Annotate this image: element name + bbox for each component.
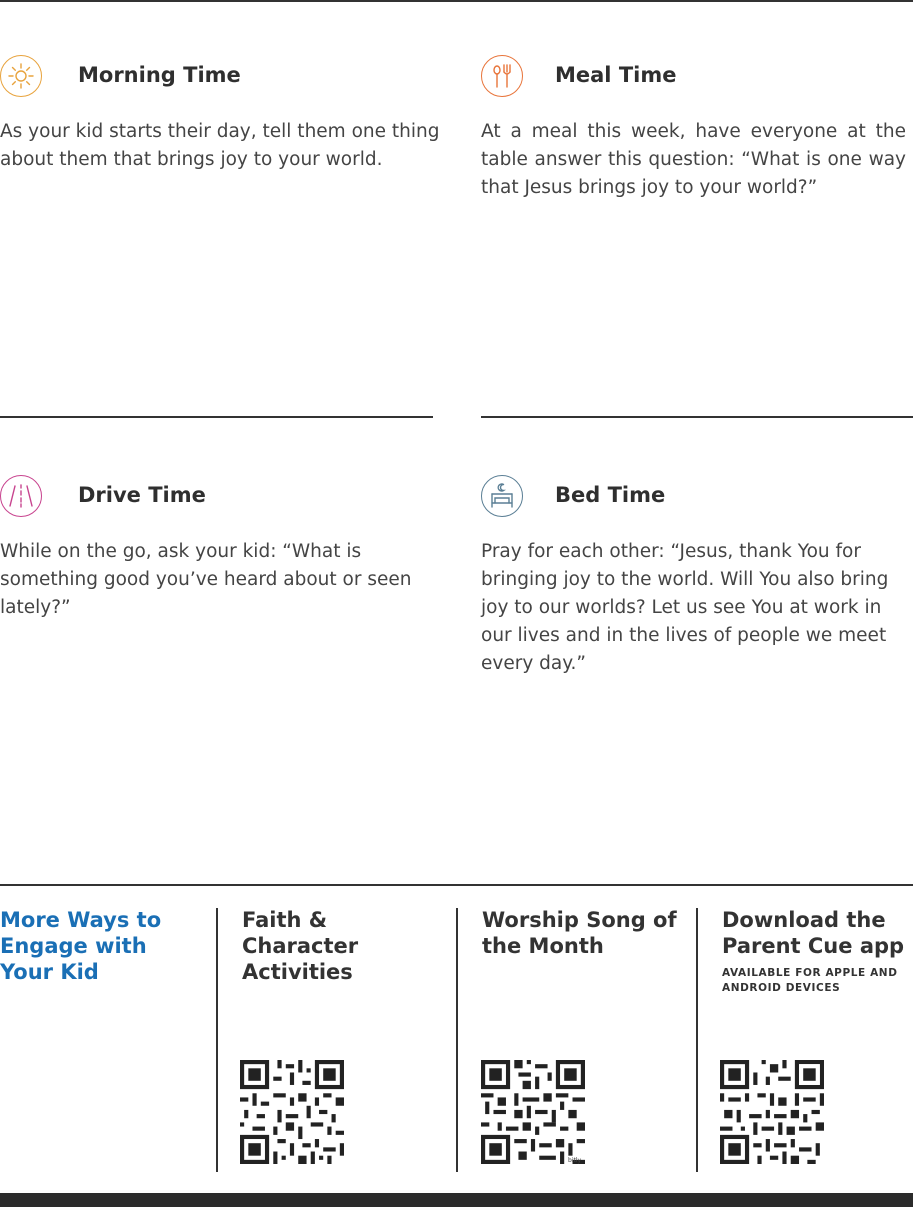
faith-character-heading: Faith & Character Activities [242,908,359,984]
available-devices-note: AVAILABLE FOR APPLE AND ANDROID DEVICES [722,967,898,994]
footer-column-divider-1 [216,908,218,1172]
road-icon [0,475,42,517]
meal-time-heading: Meal Time [555,63,677,87]
bed-moon-icon [481,475,523,517]
parent-cue-heading: Download the Parent Cue app [722,908,905,958]
drive-time-heading: Drive Time [78,483,206,507]
middle-divider-right [481,416,913,418]
worship-song-heading: Worship Song of the Month [482,908,677,958]
bitly-caption: bitly [568,1157,582,1164]
footer-divider [0,884,913,886]
worship-song-qr-code[interactable] [481,1060,585,1164]
morning-time-text: As your kid starts their day, tell them … [0,121,440,170]
parent-cue-app-qr-code[interactable] [720,1060,824,1164]
middle-divider-left [0,416,433,418]
morning-time-heading: Morning Time [78,63,241,87]
more-ways-heading: More Ways to Engage with Your Kid [0,908,162,984]
drive-time-text: While on the go, ask your kid: “What is … [0,541,412,618]
bed-time-heading: Bed Time [555,483,666,507]
fork-spoon-icon [481,55,523,97]
faith-activities-qr-code[interactable] [240,1060,344,1164]
bottom-bar [0,1193,913,1207]
footer-column-divider-3 [696,908,698,1172]
bed-time-text: Pray for each other: “Jesus, thank You f… [481,541,889,674]
sun-icon [0,55,42,97]
top-divider [0,0,913,2]
footer-column-divider-2 [456,908,458,1172]
meal-time-text: At a meal this week, have everyone at th… [481,121,906,198]
